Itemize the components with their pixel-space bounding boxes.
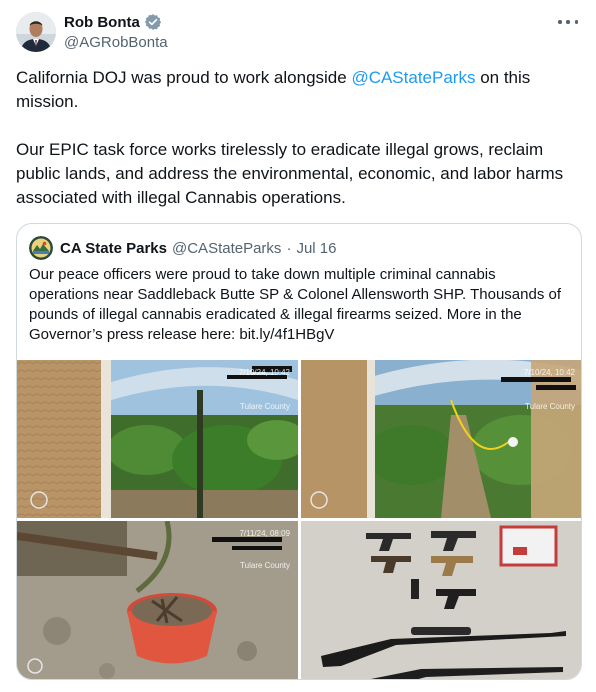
tweet[interactable]: Rob Bonta @AGRobBonta California DOJ was…	[0, 0, 596, 692]
tweet-text: California DOJ was proud to work alongsi…	[16, 66, 576, 210]
more-horizontal-icon[interactable]	[558, 14, 578, 30]
mention-link[interactable]: @CAStateParks	[351, 68, 475, 87]
quoted-date[interactable]: Jul 16	[296, 240, 336, 257]
media-photo-3-location: Tulare County	[240, 561, 290, 570]
quoted-display-name[interactable]: CA State Parks	[60, 240, 167, 257]
quoted-separator: ·	[286, 239, 292, 257]
author-display-name[interactable]: Rob Bonta	[64, 14, 140, 31]
media-photo-2-stamp: 7/10/24, 10:42	[523, 368, 575, 377]
media-photo-4[interactable]	[301, 521, 581, 679]
media-grid: 7/10/24, 10:42 Tulare County 7/10/24, 10…	[17, 360, 581, 679]
quoted-handle[interactable]: @CAStateParks	[172, 240, 281, 257]
tweet-text-prefix: California DOJ was proud to work alongsi…	[16, 68, 352, 87]
author-handle[interactable]: @AGRobBonta	[64, 34, 168, 51]
media-photo-2-location: Tulare County	[525, 402, 575, 411]
verified-badge-icon	[144, 13, 162, 31]
media-photo-1-location: Tulare County	[240, 402, 290, 411]
media-photo-3[interactable]: 7/11/24, 08:09 Tulare County	[17, 521, 298, 679]
media-photo-1[interactable]: 7/10/24, 10:42 Tulare County	[17, 360, 298, 518]
media-photo-3-stamp: 7/11/24, 08:09	[239, 529, 290, 538]
quoted-tweet[interactable]: CA State Parks @CAStateParks · Jul 16 Ou…	[16, 223, 582, 680]
quoted-text: Our peace officers were proud to take do…	[29, 266, 562, 343]
media-photo-1-stamp: 7/10/24, 10:42	[238, 368, 290, 377]
media-photo-2[interactable]: 7/10/24, 10:42 Tulare County	[301, 360, 581, 518]
quoted-avatar[interactable]	[29, 236, 53, 260]
tweet-paragraph-2: Our EPIC task force works tirelessly to …	[16, 140, 564, 207]
author-avatar[interactable]	[16, 12, 56, 52]
